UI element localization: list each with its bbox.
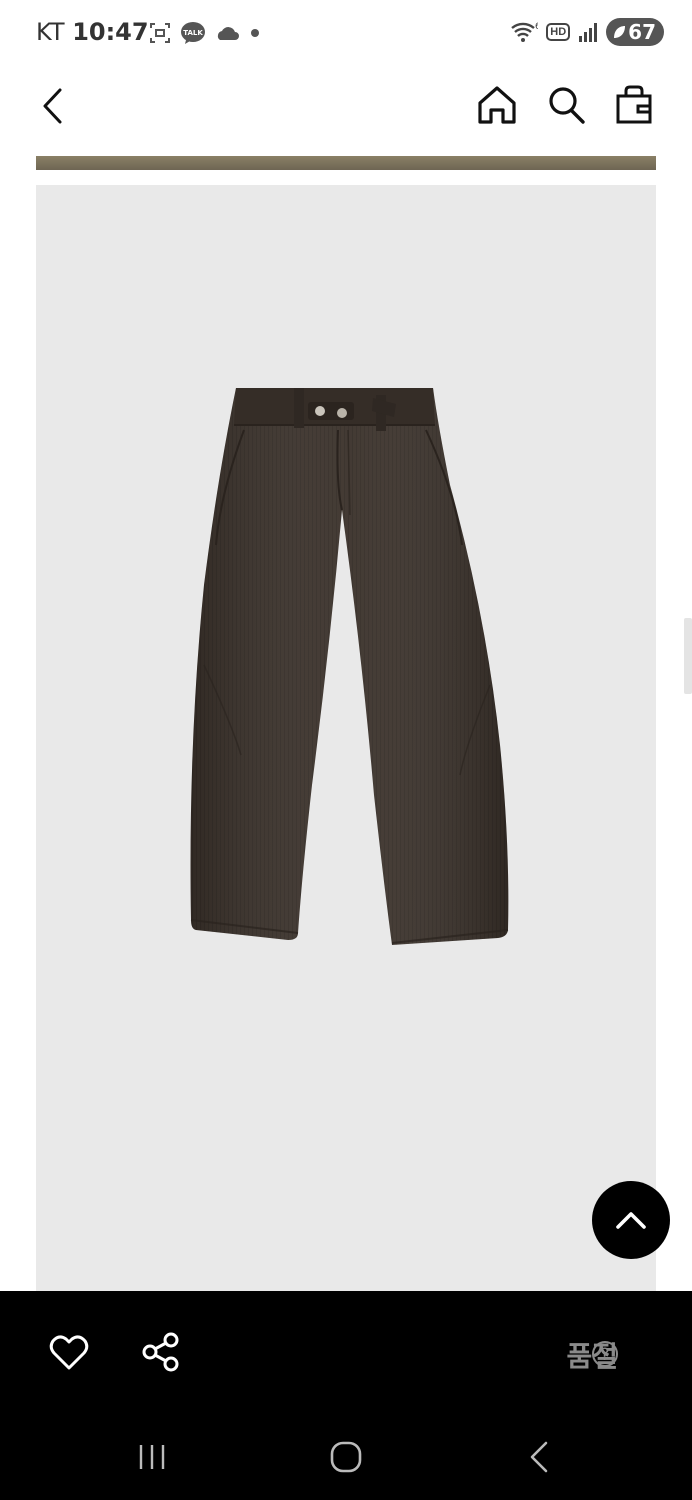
heart-icon (49, 1335, 89, 1370)
question-circle-icon: ? (592, 1341, 618, 1367)
dot-icon (251, 29, 259, 37)
wifi-icon: 6 (511, 22, 538, 42)
page-scroll-indicator[interactable] (684, 618, 692, 694)
svg-text:TALK: TALK (183, 29, 203, 37)
shopping-bag-icon (616, 85, 652, 124)
search-icon (549, 87, 585, 124)
battery-icon: 67 (606, 18, 664, 46)
home-icon (478, 86, 516, 124)
home-circle-icon (330, 1441, 362, 1473)
kakaotalk-icon: TALK (181, 22, 205, 44)
hd-badge: HD (546, 23, 571, 41)
system-status-icons: 6 HD 67 (510, 18, 664, 46)
cloud-icon (217, 27, 239, 40)
signal-icon (579, 23, 598, 42)
back-button[interactable] (36, 84, 72, 128)
like-button[interactable] (48, 1333, 90, 1373)
notification-icons: TALK (148, 20, 262, 46)
status-carrier-time: KT 10:47 (36, 18, 149, 46)
home-button[interactable] (476, 84, 518, 126)
svg-text:?: ? (600, 1345, 609, 1365)
recents-button[interactable] (136, 1441, 168, 1473)
shopping-bag-button[interactable] (614, 84, 654, 126)
system-home-button[interactable] (328, 1439, 364, 1475)
soldout-help-button[interactable]: ? (590, 1339, 620, 1369)
scroll-to-top-button[interactable] (592, 1181, 670, 1259)
clock-label: 10:47 (72, 18, 149, 46)
leaf-icon (614, 26, 626, 38)
image-top-strip (36, 156, 656, 170)
system-back-button[interactable] (526, 1439, 554, 1475)
share-button[interactable] (140, 1331, 182, 1373)
product-image[interactable] (36, 185, 656, 1291)
trousers-illustration (190, 388, 509, 945)
svg-text:6: 6 (535, 22, 538, 32)
product-action-bar: 품절 ? (0, 1291, 692, 1415)
chevron-up-icon (616, 1212, 646, 1229)
share-icon (142, 1332, 179, 1372)
battery-level: 67 (628, 20, 656, 44)
recents-icon (139, 1445, 165, 1469)
app-header (0, 64, 692, 148)
screenshot-icon (150, 23, 170, 43)
back-icon (530, 1441, 548, 1473)
carrier-label: KT (36, 18, 65, 46)
system-nav-bar (0, 1415, 692, 1500)
back-arrow-icon (43, 88, 62, 124)
search-button[interactable] (546, 84, 586, 126)
status-bar: KT 10:47 TALK 6 HD 67 (0, 0, 692, 64)
